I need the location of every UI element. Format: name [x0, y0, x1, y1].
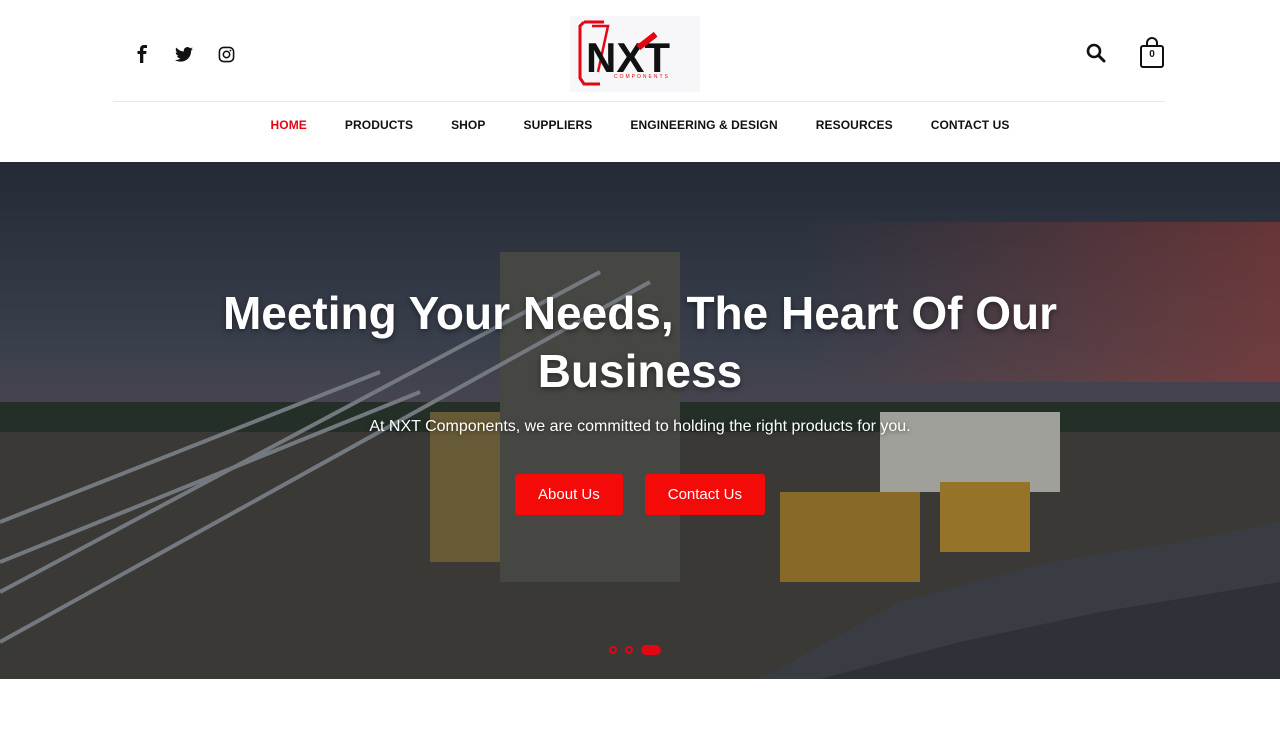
hero-slider: Meeting Your Needs, The Heart Of Our Bus…: [0, 162, 1280, 679]
main-nav: HOME PRODUCTS SHOP SUPPLIERS ENGINEERING…: [0, 118, 1280, 132]
hero-content: Meeting Your Needs, The Heart Of Our Bus…: [0, 284, 1280, 515]
nav-item-suppliers[interactable]: SUPPLIERS: [523, 118, 592, 132]
site-logo[interactable]: NXT COMPONENTS: [570, 16, 700, 92]
header-tools: 0: [1084, 36, 1166, 70]
facebook-icon[interactable]: [130, 42, 154, 66]
hero-subtitle: At NXT Components, we are committed to h…: [369, 418, 911, 435]
search-icon[interactable]: [1084, 41, 1108, 65]
slider-dot-3[interactable]: [641, 645, 661, 655]
nav-item-shop[interactable]: SHOP: [451, 118, 485, 132]
nav-item-engineering-design[interactable]: ENGINEERING & DESIGN: [630, 118, 777, 132]
slider-dot-1[interactable]: [609, 646, 617, 654]
nav-item-resources[interactable]: RESOURCES: [816, 118, 893, 132]
cart-count: 0: [1149, 49, 1155, 60]
hero-buttons: About Us Contact Us: [0, 474, 1280, 515]
content-section: [0, 679, 1280, 752]
about-us-button[interactable]: About Us: [515, 474, 623, 515]
logo-subtext: COMPONENTS: [614, 74, 670, 80]
instagram-icon[interactable]: [214, 42, 238, 66]
site-header: NXT COMPONENTS 0 HOME PRODUCTS SHOP SUPP…: [0, 0, 1280, 162]
nav-item-contact-us[interactable]: CONTACT US: [931, 118, 1010, 132]
slider-dots: [609, 645, 661, 655]
shopping-bag-icon[interactable]: 0: [1138, 36, 1166, 70]
slider-dot-2[interactable]: [625, 646, 633, 654]
nav-item-home[interactable]: HOME: [271, 118, 307, 132]
twitter-icon[interactable]: [172, 42, 196, 66]
hero-title: Meeting Your Needs, The Heart Of Our Bus…: [222, 287, 1058, 397]
nav-item-products[interactable]: PRODUCTS: [345, 118, 413, 132]
social-links: [130, 42, 238, 66]
contact-us-button[interactable]: Contact Us: [644, 474, 765, 515]
header-divider: [113, 101, 1165, 102]
